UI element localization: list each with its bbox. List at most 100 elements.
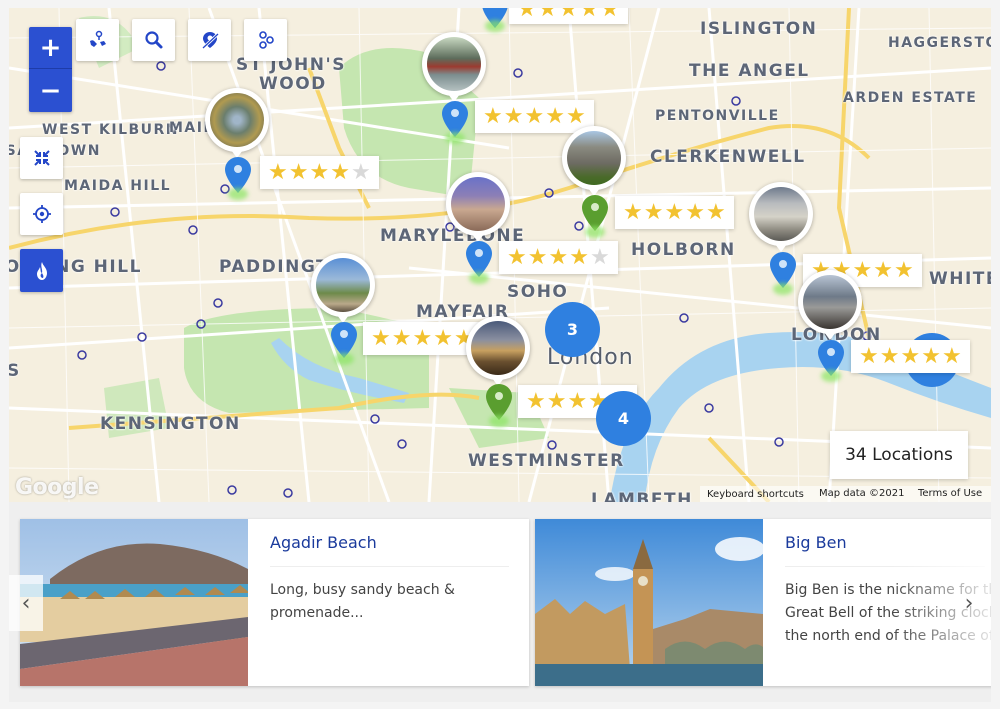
multi-pin-icon: [258, 31, 274, 49]
star-filled-icon: ★: [623, 199, 643, 225]
keyboard-shortcuts-link[interactable]: Keyboard shortcuts: [707, 489, 804, 500]
star-filled-icon: ★: [507, 244, 527, 270]
location-photo[interactable]: [205, 88, 269, 158]
star-filled-icon: ★: [599, 8, 620, 22]
star-filled-icon: ★: [893, 257, 914, 283]
marker-off-icon: [201, 32, 219, 50]
star-rating: ★★★★★: [615, 196, 734, 229]
star-filled-icon: ★: [941, 343, 962, 369]
star-filled-icon: ★: [545, 103, 565, 129]
location-card-title[interactable]: Big Ben: [785, 533, 985, 567]
star-filled-icon: ★: [643, 199, 664, 225]
star-filled-icon: ★: [288, 159, 309, 185]
marker-glow: [585, 226, 605, 238]
location-photo[interactable]: [562, 126, 626, 196]
map[interactable]: ISLINGTON HAGGERSTON ST JOHN'S WOOD THE …: [9, 8, 991, 502]
location-carousel: Agadir Beach Long, busy sandy beach & pr…: [9, 502, 991, 702]
heatmap-button[interactable]: [20, 249, 63, 292]
star-filled-icon: ★: [526, 388, 546, 414]
star-filled-icon: ★: [685, 199, 705, 225]
star-filled-icon: ★: [546, 388, 567, 414]
map-data-label: Map data ©2021: [819, 488, 905, 499]
star-filled-icon: ★: [873, 257, 893, 283]
nearby-button[interactable]: [244, 19, 287, 61]
star-filled-icon: ★: [567, 388, 588, 414]
page: ISLINGTON HAGGERSTON ST JOHN'S WOOD THE …: [0, 0, 1000, 709]
location-photo[interactable]: [446, 172, 510, 242]
crosshair-icon: [32, 205, 51, 223]
place-label: WHITE: [929, 269, 991, 289]
marker-glow: [469, 272, 489, 284]
star-filled-icon: ★: [391, 325, 412, 351]
place-label: KENSINGTON: [100, 414, 241, 434]
star-rating: ★★★★★: [260, 156, 379, 189]
star-filled-icon: ★: [330, 159, 350, 185]
star-rating: ★★★★★: [363, 322, 482, 355]
location-card[interactable]: Agadir Beach Long, busy sandy beach & pr…: [20, 519, 529, 686]
search-icon: [144, 31, 162, 49]
place-label: MAIDA HILL: [64, 178, 172, 194]
locate-button[interactable]: [20, 193, 63, 235]
location-photo[interactable]: [798, 270, 862, 340]
star-filled-icon: ★: [569, 244, 589, 270]
star-rating: ★★★★★: [475, 100, 594, 133]
location-card-title[interactable]: Agadir Beach: [270, 533, 509, 567]
search-button[interactable]: [132, 19, 175, 61]
place-label: ISLINGTON: [700, 19, 818, 39]
marker-glow: [485, 20, 505, 32]
fit-bounds-button[interactable]: [20, 137, 63, 179]
terms-link[interactable]: Terms of Use: [918, 488, 982, 499]
hide-marker-button[interactable]: [188, 19, 231, 61]
star-filled-icon: ★: [921, 343, 941, 369]
place-label: ARDEN ESTATE: [843, 90, 978, 106]
description-line: Long, busy sandy beach &: [270, 582, 455, 598]
star-filled-icon: ★: [558, 8, 579, 22]
place-label: S: [9, 361, 21, 381]
place-label: WEST KILBURN: [42, 122, 180, 138]
star-empty-icon: ★: [350, 159, 371, 185]
place-label: LAMBETH: [591, 490, 693, 502]
marker-glow: [445, 132, 465, 144]
collapse-arrows-icon: [33, 150, 50, 166]
star-rating: ★★★★★: [509, 8, 628, 24]
star-filled-icon: ★: [503, 103, 524, 129]
zoom-in-button[interactable]: +: [29, 27, 72, 69]
star-rating: ★★★★★: [499, 241, 618, 274]
zoom-out-button[interactable]: −: [29, 70, 72, 112]
star-filled-icon: ★: [548, 244, 569, 270]
star-filled-icon: ★: [309, 159, 330, 185]
marker-cluster[interactable]: 3: [545, 302, 600, 357]
location-photo[interactable]: [311, 253, 375, 323]
place-label: HOLBORN: [631, 240, 736, 260]
world-pin-icon: [89, 30, 106, 47]
location-photo[interactable]: [422, 32, 486, 102]
google-logo: Google: [15, 475, 99, 500]
star-filled-icon: ★: [412, 325, 433, 351]
description-line: promenade...: [270, 605, 364, 621]
carousel-next-button[interactable]: ›: [952, 575, 986, 631]
explore-button[interactable]: [76, 19, 119, 61]
star-filled-icon: ★: [517, 8, 537, 22]
place-label: WOOD: [259, 74, 327, 94]
location-count-badge: 34 Locations: [830, 431, 968, 479]
location-card[interactable]: Big Ben Big Ben is the nickname for the …: [535, 519, 991, 686]
star-filled-icon: ★: [537, 8, 558, 22]
marker-glow: [228, 188, 248, 200]
star-filled-icon: ★: [852, 257, 873, 283]
marker-glow: [773, 283, 793, 295]
carousel-prev-button[interactable]: ‹: [9, 575, 43, 631]
location-card-image: [535, 519, 763, 686]
marker-glow: [489, 415, 509, 427]
location-card-image: [20, 519, 248, 686]
place-label: PENTONVILLE: [655, 108, 780, 124]
star-filled-icon: ★: [579, 8, 599, 22]
star-filled-icon: ★: [859, 343, 879, 369]
zoom-control: + −: [29, 27, 72, 112]
star-filled-icon: ★: [268, 159, 288, 185]
location-photo[interactable]: [749, 182, 813, 252]
location-photo[interactable]: [466, 316, 530, 386]
marker-cluster[interactable]: 4: [596, 391, 651, 446]
star-filled-icon: ★: [371, 325, 391, 351]
star-rating: ★★★★★: [851, 340, 970, 373]
place-label: SOHO: [507, 282, 569, 302]
